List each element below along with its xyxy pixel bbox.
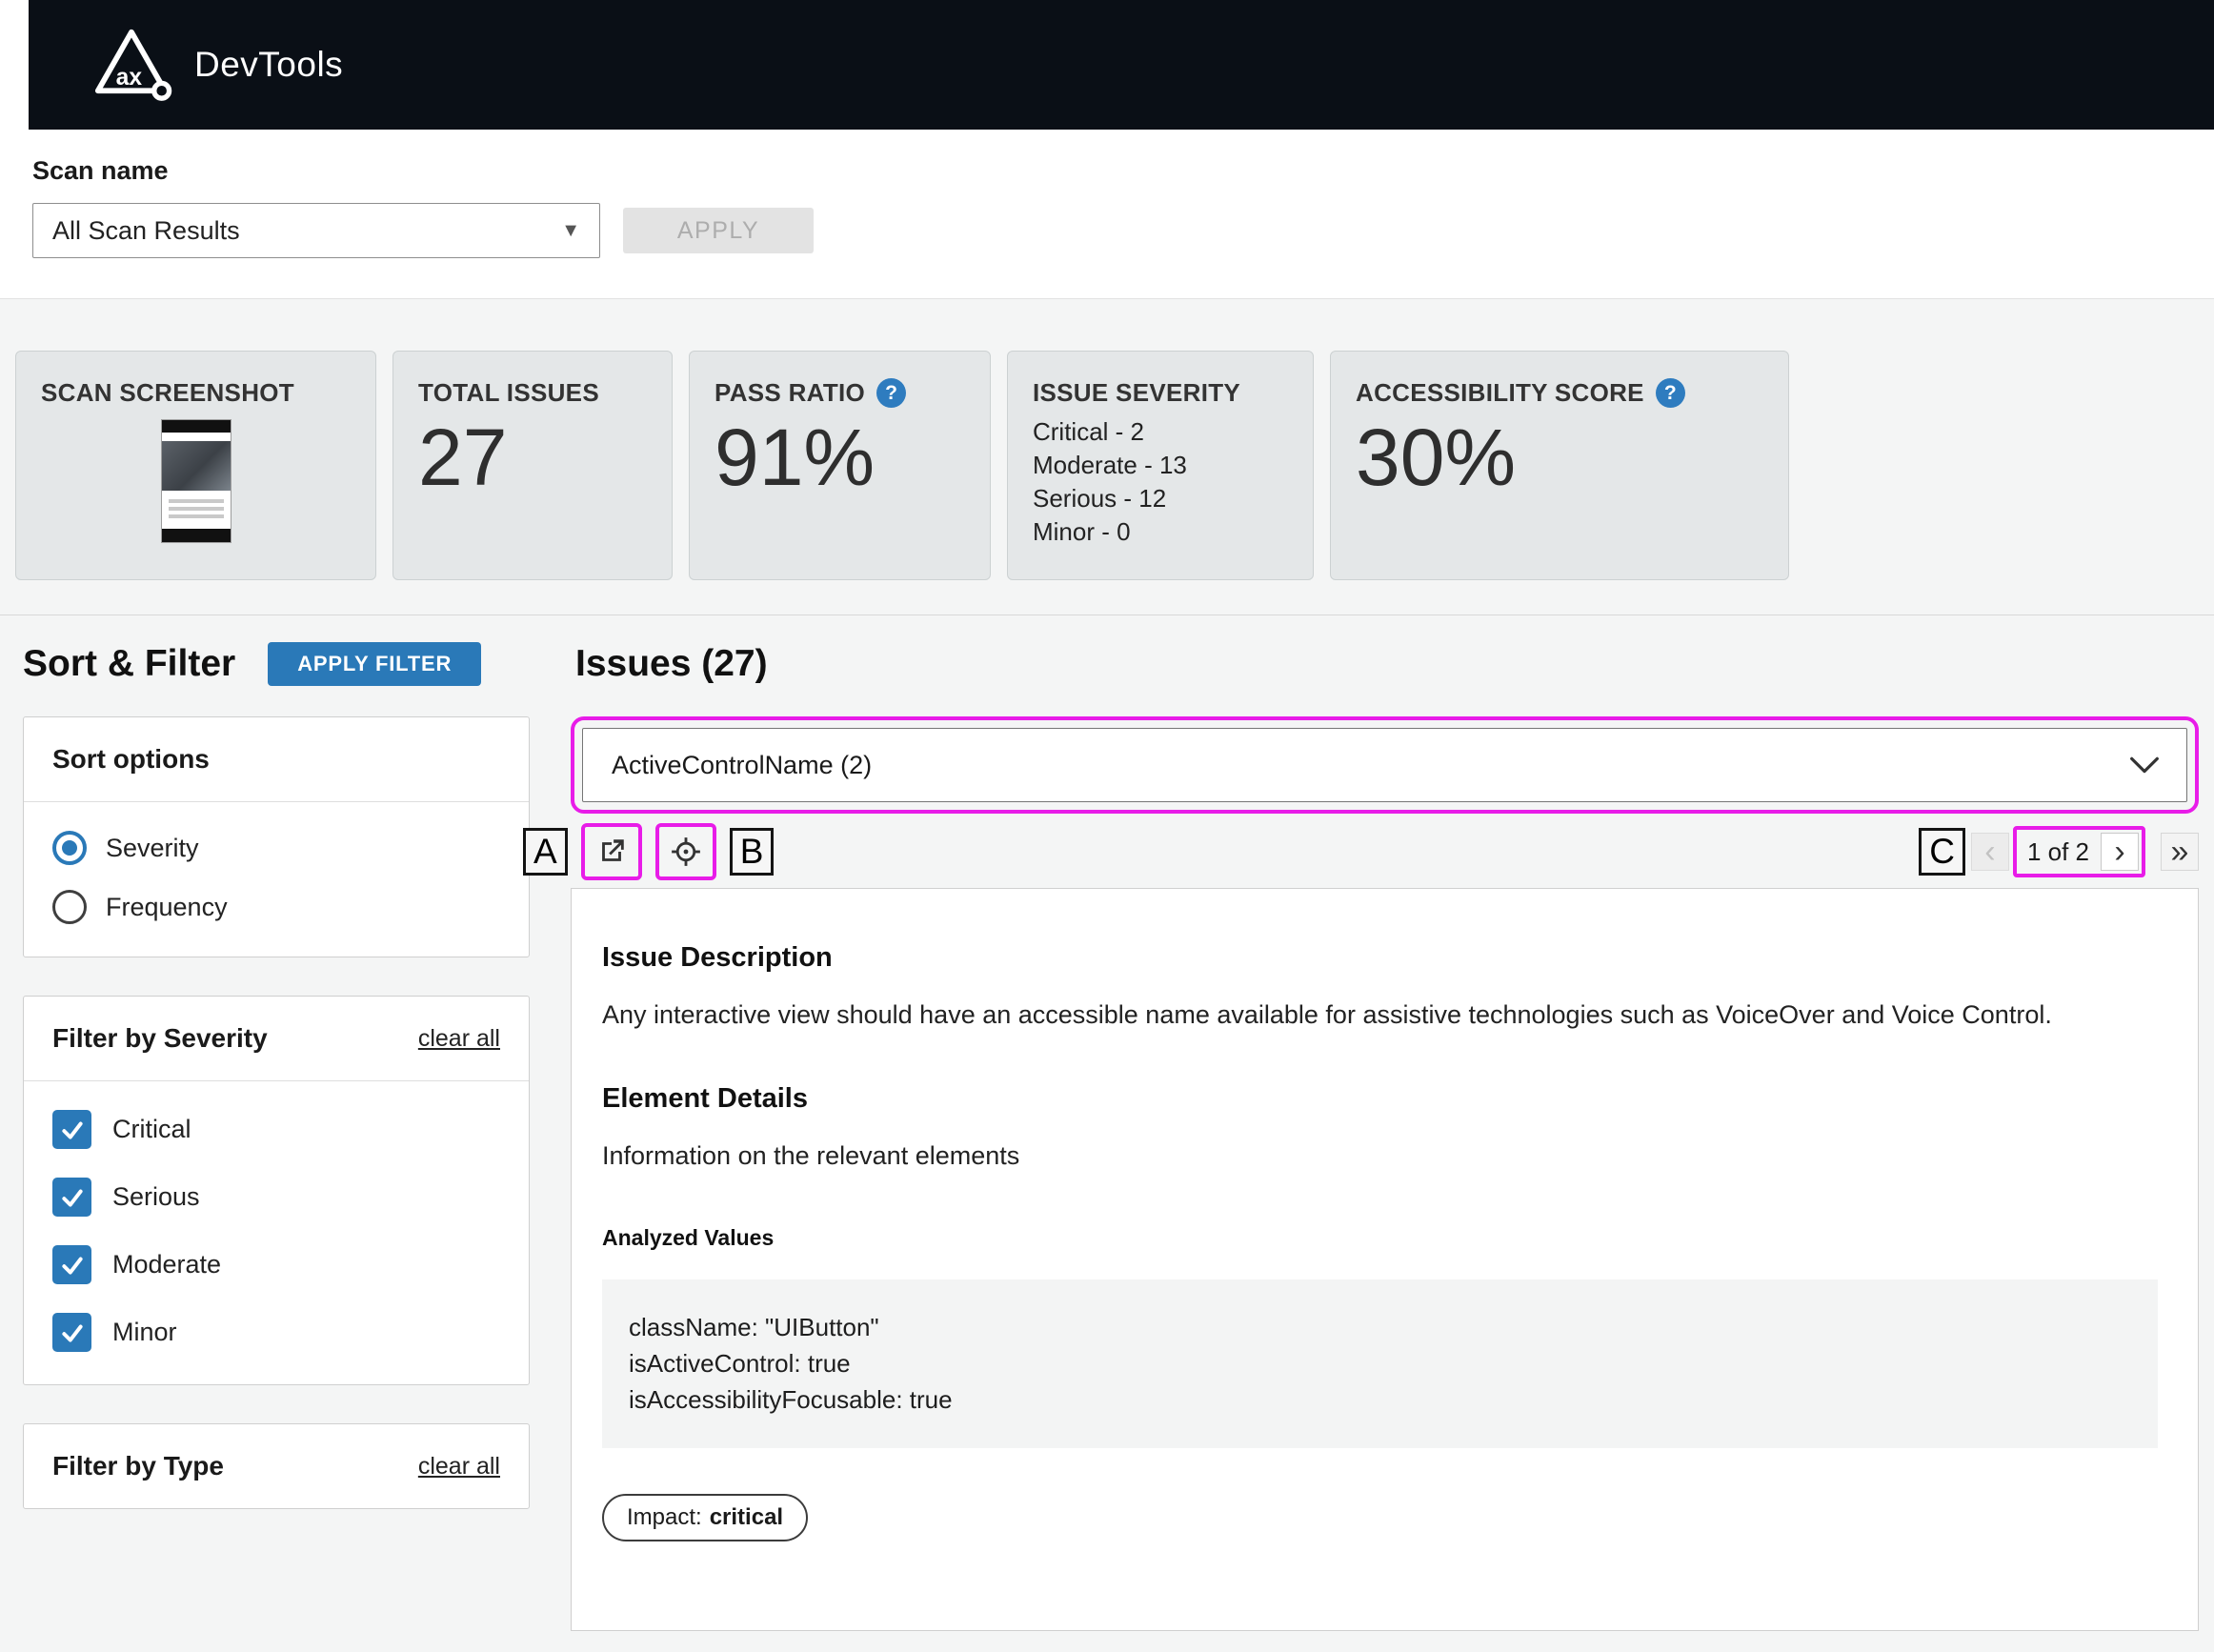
annotation-highlight-pagination: 1 of 2 › <box>2013 826 2145 877</box>
filter-severity-panel: Filter by Severity clear all Critical <box>23 996 530 1385</box>
help-icon[interactable]: ? <box>876 378 906 408</box>
issue-accordion-activecontrolname[interactable]: ActiveControlName (2) <box>582 728 2187 802</box>
scan-select-value: All Scan Results <box>52 216 240 246</box>
scan-screenshot-thumbnail[interactable] <box>161 419 231 543</box>
help-icon[interactable]: ? <box>1656 378 1685 408</box>
annotation-highlight-external-link <box>581 823 642 880</box>
sort-options-panel: Sort options Severity Frequency <box>23 716 530 957</box>
card-title: PASS RATIO <box>715 378 865 408</box>
card-title: SCAN SCREENSHOT <box>41 378 351 408</box>
radio-selected-icon <box>52 831 87 865</box>
card-title: ISSUE SEVERITY <box>1033 378 1288 408</box>
apply-filter-button[interactable]: APPLY FILTER <box>268 642 481 686</box>
card-accessibility-score: ACCESSIBILITY SCORE ? 30% <box>1330 351 1789 580</box>
filter-checkbox-critical[interactable]: Critical <box>52 1110 500 1149</box>
filter-checkbox-serious[interactable]: Serious <box>52 1178 500 1217</box>
sort-option-severity[interactable]: Severity <box>52 831 500 865</box>
scan-controls-section: Scan name All Scan Results ▼ APPLY <box>0 130 2214 299</box>
checkbox-checked-icon <box>52 1313 91 1352</box>
annotation-label-c: C <box>1919 828 1965 876</box>
card-scan-screenshot: SCAN SCREENSHOT <box>15 351 376 580</box>
analyzed-values-title: Analyzed Values <box>602 1225 2158 1251</box>
total-issues-value: 27 <box>418 413 647 501</box>
highlight-element-button[interactable] <box>665 831 707 873</box>
checkbox-label: Minor <box>112 1318 177 1347</box>
issue-toolbar: A <box>571 825 2199 878</box>
filter-checkbox-minor[interactable]: Minor <box>52 1313 500 1352</box>
checkbox-checked-icon <box>52 1110 91 1149</box>
checkbox-label: Serious <box>112 1182 200 1212</box>
filter-checkbox-moderate[interactable]: Moderate <box>52 1245 500 1284</box>
sort-option-frequency[interactable]: Frequency <box>52 890 500 924</box>
page-body: SCAN SCREENSHOT TOTAL ISSUES 27 PASS RAT… <box>0 299 2214 1652</box>
chevron-down-icon: ▼ <box>561 220 580 242</box>
scan-select[interactable]: All Scan Results ▼ <box>32 203 600 258</box>
panel-title: Filter by Severity <box>52 1023 268 1054</box>
element-details-title: Element Details <box>602 1083 2158 1115</box>
checkbox-checked-icon <box>52 1178 91 1217</box>
analyzed-values-block: className: "UIButton" isActiveControl: t… <box>602 1279 2158 1448</box>
analyzed-value-line: isActiveControl: true <box>629 1346 2131 1382</box>
filters-sidebar: Sort options Severity Frequency Filter b… <box>23 716 530 1509</box>
crosshair-icon <box>670 836 702 868</box>
external-link-icon <box>595 836 628 868</box>
radio-label: Severity <box>106 834 199 863</box>
radio-unselected-icon <box>52 890 87 924</box>
annotation-label-a: A <box>523 828 568 876</box>
logo-text: ax <box>116 65 143 91</box>
panel-title: Filter by Type <box>52 1451 224 1481</box>
panel-title: Sort options <box>52 744 210 775</box>
accordion-label: ActiveControlName (2) <box>612 751 872 780</box>
pass-ratio-value: 91% <box>715 413 965 501</box>
axe-logo-icon: ax <box>90 23 173 107</box>
issue-description-text: Any interactive view should have an acce… <box>602 995 2158 1036</box>
card-title: ACCESSIBILITY SCORE <box>1356 378 1644 408</box>
prev-page-button[interactable]: ‹ <box>1971 833 2009 871</box>
severity-line: Critical - 2 <box>1033 415 1288 449</box>
severity-line: Moderate - 13 <box>1033 449 1288 482</box>
annotation-highlight-crosshair <box>655 823 716 880</box>
app-header: ax DevTools <box>29 0 2214 130</box>
checkbox-checked-icon <box>52 1245 91 1284</box>
checkbox-label: Critical <box>112 1115 191 1144</box>
card-total-issues: TOTAL ISSUES 27 <box>392 351 673 580</box>
accessibility-score-value: 30% <box>1356 413 1763 501</box>
card-issue-severity: ISSUE SEVERITY Critical - 2 Moderate - 1… <box>1007 351 1314 580</box>
element-details-text: Information on the relevant elements <box>602 1136 2158 1177</box>
open-external-link-button[interactable] <box>591 831 633 873</box>
impact-label: Impact: <box>627 1504 702 1531</box>
apply-scan-button[interactable]: APPLY <box>623 208 814 253</box>
analyzed-value-line: isAccessibilityFocusable: true <box>629 1382 2131 1419</box>
scan-name-label: Scan name <box>32 156 2214 186</box>
annotation-highlight-accordion: ActiveControlName (2) <box>571 716 2199 814</box>
brand-name: DevTools <box>194 45 343 85</box>
issues-heading: Issues (27) <box>575 643 768 685</box>
impact-badge: Impact: critical <box>602 1494 808 1541</box>
card-pass-ratio: PASS RATIO ? 91% <box>689 351 991 580</box>
next-page-button[interactable]: › <box>2101 833 2139 871</box>
analyzed-value-line: className: "UIButton" <box>629 1310 2131 1346</box>
chevron-down-icon <box>2129 755 2160 775</box>
issue-description-title: Issue Description <box>602 942 2158 974</box>
sort-filter-heading: Sort & Filter <box>23 643 235 685</box>
section-divider <box>0 614 2214 615</box>
clear-all-type-link[interactable]: clear all <box>418 1453 500 1481</box>
card-title: TOTAL ISSUES <box>418 378 647 408</box>
radio-label: Frequency <box>106 893 228 922</box>
issue-detail-card: Issue Description Any interactive view s… <box>571 888 2199 1631</box>
impact-value: critical <box>710 1504 783 1531</box>
summary-cards-row: SCAN SCREENSHOT TOTAL ISSUES 27 PASS RAT… <box>0 299 2214 580</box>
severity-line: Serious - 12 <box>1033 482 1288 515</box>
checkbox-label: Moderate <box>112 1250 221 1279</box>
last-page-button[interactable]: » <box>2161 833 2199 871</box>
annotation-label-b: B <box>730 828 775 876</box>
severity-line: Minor - 0 <box>1033 515 1288 549</box>
filter-type-panel: Filter by Type clear all <box>23 1423 530 1509</box>
issues-area: ActiveControlName (2) A <box>571 716 2199 1631</box>
clear-all-severity-link[interactable]: clear all <box>418 1025 500 1053</box>
pagination-status: 1 of 2 <box>2020 837 2101 867</box>
